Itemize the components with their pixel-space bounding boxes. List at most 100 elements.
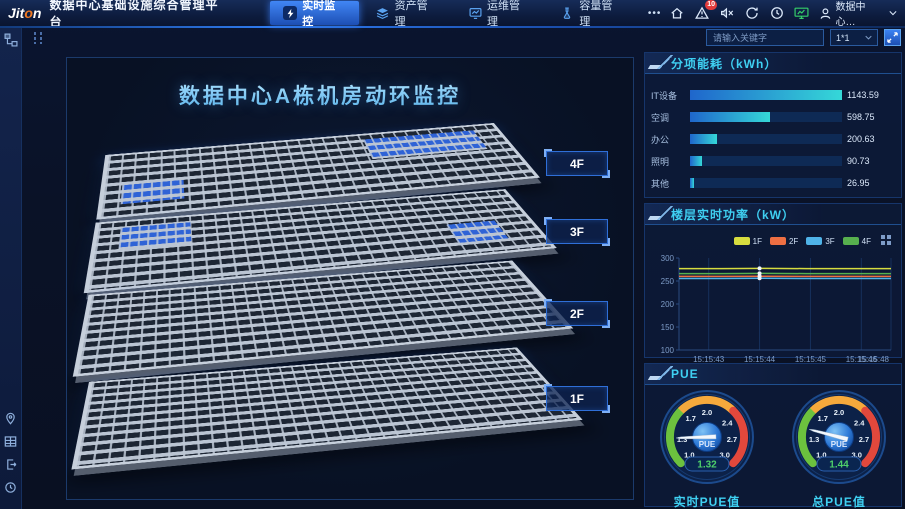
svg-text:2.7: 2.7	[859, 435, 869, 444]
energy-category-label: IT设备	[651, 89, 685, 102]
clock-icon[interactable]	[769, 5, 785, 21]
svg-text:2.0: 2.0	[834, 408, 844, 417]
history-refresh-icon[interactable]	[744, 5, 760, 21]
history-clock-icon[interactable]	[3, 480, 18, 495]
home-icon[interactable]	[669, 5, 685, 21]
layout-select-value: 1*1	[836, 33, 850, 43]
legend-swatch	[806, 237, 822, 245]
nav-more-button[interactable]: •••	[640, 8, 670, 19]
energy-value: 200.63	[847, 134, 893, 144]
panel-title: 分项能耗（kWh）	[671, 55, 777, 72]
fullscreen-expand-button[interactable]	[884, 29, 901, 46]
gauge-svg: 1.01.31.72.02.42.73.0PUE1.32	[649, 389, 765, 495]
machine-room-3d-viewport[interactable]: 数据中心A栋机房动环监控 4F 3F 2F 1F	[66, 57, 634, 500]
main-nav-tabs: 实时监控 资产管理 运维管理 容量管理 •••	[270, 0, 669, 26]
energy-value: 90.73	[847, 156, 893, 166]
legend-item-3f[interactable]: 3F	[806, 237, 834, 246]
energy-breakdown-panel: 分项能耗（kWh） IT设备 1143.59 空调598.75 办公 200.63 照明 9…	[644, 52, 902, 198]
power-legend: 1F 2F 3F 4F	[645, 225, 901, 250]
floor-button-2f[interactable]: 2F	[546, 301, 608, 326]
pue-gauge-label: 总PUE值	[812, 493, 866, 509]
brand-logo: Jiton	[8, 5, 41, 21]
pue-gauge-1: 1.01.31.72.02.42.73.0PUE1.44总PUE值	[781, 389, 897, 509]
view-toolbar: 1*1	[706, 29, 901, 46]
power-line-chart: 15:15:4315:15:4415:15:4515:15:4615:15:48…	[645, 250, 901, 375]
energy-bar-row: IT设备 1143.59	[651, 84, 893, 106]
floor-button-3f[interactable]: 3F	[546, 219, 608, 244]
svg-text:300: 300	[661, 254, 675, 263]
tab-asset-management[interactable]: 资产管理	[363, 1, 451, 25]
layers-icon	[376, 6, 390, 20]
chart-toolbox-icon[interactable]	[881, 232, 891, 250]
svg-text:1.3: 1.3	[809, 435, 819, 444]
pue-panel: PUE 1.01.31.72.02.42.73.0PUE1.32实时PUE值1.…	[644, 363, 902, 507]
floor-button-4f[interactable]: 4F	[546, 151, 608, 176]
location-pin-icon[interactable]	[3, 411, 18, 426]
columns-layout-icon[interactable]	[31, 31, 45, 50]
tab-label: 运维管理	[487, 0, 531, 29]
app-window: Jiton 数据中心基础设施综合管理平台 实时监控 资产管理 运维管理	[0, 0, 905, 509]
energy-bar-row: 空调598.75	[651, 106, 893, 128]
legend-item-4f[interactable]: 4F	[843, 237, 871, 246]
energy-bar-track	[690, 156, 842, 166]
energy-bar-fill	[690, 90, 842, 100]
app-title: 数据中心基础设施综合管理平台	[49, 0, 230, 30]
energy-category-label: 照明	[651, 155, 685, 168]
energy-bar-track	[690, 134, 842, 144]
energy-bar-track	[690, 112, 842, 122]
user-menu[interactable]: 数据中心…	[819, 0, 897, 28]
pue-value: 1.32	[697, 460, 717, 471]
chevron-down-icon	[865, 35, 872, 40]
lightning-icon	[283, 6, 297, 20]
energy-bar-track	[690, 178, 842, 188]
alarm-warning-icon[interactable]: 10	[694, 5, 710, 21]
energy-category-label: 办公	[651, 133, 685, 146]
legend-label: 3F	[825, 237, 834, 246]
panel-title: 楼层实时功率（kW）	[671, 206, 795, 223]
floor-3d-1f[interactable]	[89, 320, 561, 480]
energy-bar-track	[690, 90, 842, 100]
energy-bar-fill	[690, 134, 717, 144]
pue-gauge-0: 1.01.31.72.02.42.73.0PUE1.32实时PUE值	[649, 389, 765, 509]
pue-value: 1.44	[829, 460, 849, 471]
legend-swatch	[734, 237, 750, 245]
panel-title: PUE	[671, 367, 699, 381]
panel-header: 分项能耗（kWh）	[645, 53, 901, 74]
monitor-chart-icon	[468, 6, 482, 20]
legend-swatch	[843, 237, 859, 245]
navbar-actions: 10 数据中心…	[669, 0, 897, 28]
energy-bar-row: 办公 200.63	[651, 128, 893, 150]
energy-bar-fill	[690, 112, 770, 122]
chevron-down-icon	[889, 10, 897, 16]
logo-text-2: n	[33, 5, 42, 21]
energy-value: 1143.59	[847, 90, 893, 100]
panel-header: 楼层实时功率（kW）	[645, 204, 901, 225]
floor-button-1f[interactable]: 1F	[546, 386, 608, 411]
tab-ops-management[interactable]: 运维管理	[455, 1, 543, 25]
alarm-count-badge: 10	[705, 0, 717, 10]
tab-label: 资产管理	[395, 0, 439, 29]
power-chart-svg: 15:15:4315:15:4415:15:4515:15:4615:15:48…	[651, 252, 895, 370]
energy-category-label: 其他	[651, 177, 685, 190]
legend-label: 2F	[789, 237, 798, 246]
left-sidebar	[0, 26, 22, 509]
svg-text:2.7: 2.7	[727, 435, 737, 444]
layout-select[interactable]: 1*1	[830, 29, 878, 46]
search-input[interactable]	[706, 29, 824, 46]
tab-capacity-management[interactable]: 容量管理	[547, 1, 635, 25]
blue-rack-zone	[363, 130, 488, 159]
flask-icon	[560, 6, 574, 20]
legend-item-2f[interactable]: 2F	[770, 237, 798, 246]
svg-text:2.4: 2.4	[854, 418, 865, 427]
tree-structure-icon[interactable]	[3, 32, 18, 47]
user-icon	[819, 7, 832, 20]
energy-bar-fill	[690, 156, 702, 166]
tab-realtime-monitor[interactable]: 实时监控	[270, 1, 358, 25]
mute-sound-icon[interactable]	[719, 5, 735, 21]
svg-text:PUE: PUE	[699, 440, 716, 449]
energy-category-label: 空调	[651, 111, 685, 124]
big-screen-icon[interactable]	[794, 5, 810, 21]
export-data-icon[interactable]	[3, 457, 18, 472]
table-grid-icon[interactable]	[3, 434, 18, 449]
legend-item-1f[interactable]: 1F	[734, 237, 762, 246]
